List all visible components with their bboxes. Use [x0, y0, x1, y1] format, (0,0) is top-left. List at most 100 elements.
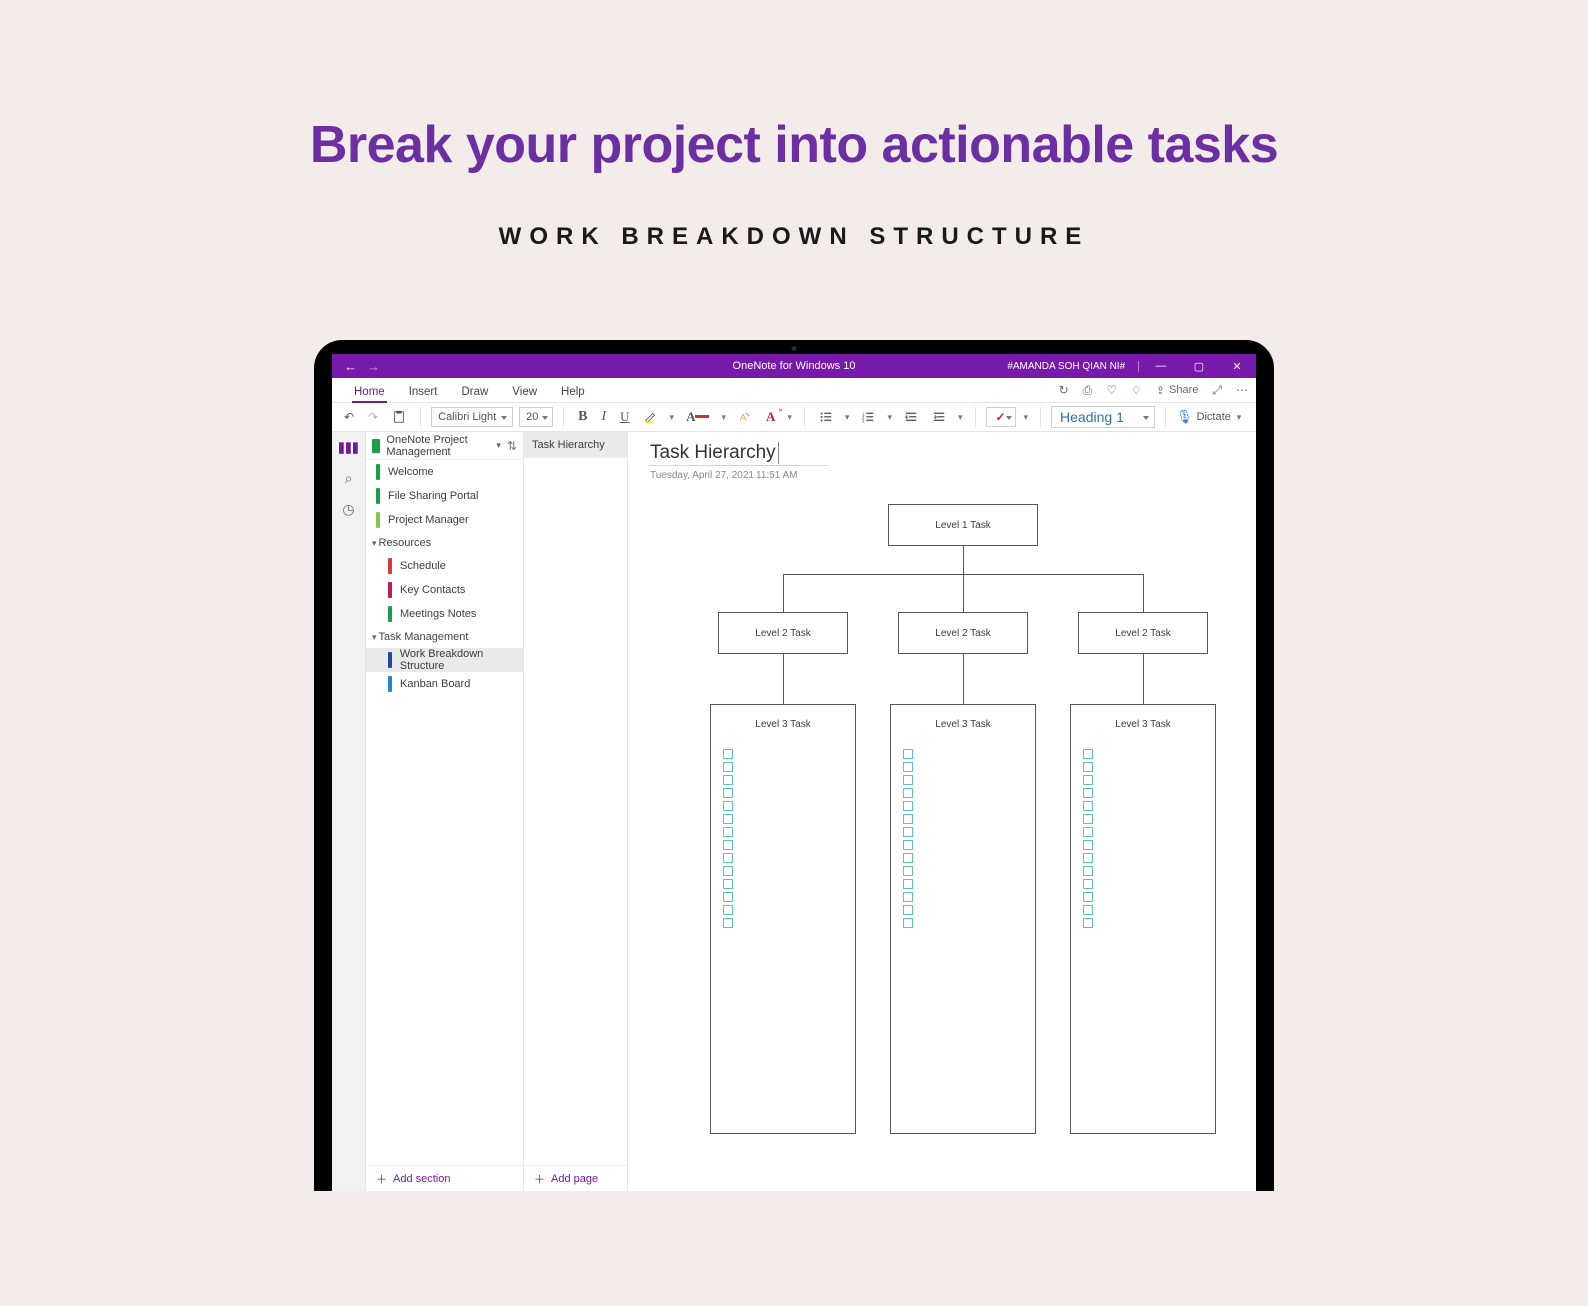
recent-icon[interactable]: ◷ — [342, 501, 354, 518]
checkbox[interactable] — [903, 827, 913, 837]
back-button[interactable]: ← — [344, 359, 357, 374]
checkbox[interactable] — [1083, 788, 1093, 798]
checkbox[interactable] — [1083, 918, 1093, 928]
section-kanban[interactable]: Kanban Board — [366, 672, 523, 696]
paragraph-dropdown[interactable]: ▾ — [956, 412, 965, 423]
redo-button[interactable]: ↷ — [364, 408, 382, 426]
format-painter-button[interactable]: A» — [762, 407, 779, 427]
node-level2-b[interactable]: Level 2 Task — [898, 612, 1028, 654]
dictate-button[interactable]: 🎙 Dictate ▾ — [1176, 409, 1243, 425]
page-task-hierarchy[interactable]: Task Hierarchy — [524, 432, 627, 458]
section-group-resources[interactable]: ▾ Resources — [366, 532, 523, 554]
node-level2-a[interactable]: Level 2 Task — [718, 612, 848, 654]
overflow-icon[interactable]: ⋯ — [1236, 383, 1248, 397]
italic-button[interactable]: I — [597, 407, 610, 427]
checkbox[interactable] — [1083, 840, 1093, 850]
numbered-list-button[interactable]: 123 — [857, 408, 879, 426]
section-file-sharing[interactable]: File Sharing Portal — [366, 484, 523, 508]
checkbox[interactable] — [903, 814, 913, 824]
checkbox[interactable] — [723, 866, 733, 876]
checkbox[interactable] — [1083, 775, 1093, 785]
checkbox[interactable] — [723, 788, 733, 798]
section-welcome[interactable]: Welcome — [366, 460, 523, 484]
sort-icon[interactable]: ⇅ — [507, 439, 517, 453]
checkbox[interactable] — [1083, 814, 1093, 824]
checkbox[interactable] — [1083, 853, 1093, 863]
menu-view[interactable]: View — [500, 382, 549, 402]
checkbox[interactable] — [723, 879, 733, 889]
checkbox[interactable] — [723, 905, 733, 915]
checkbox[interactable] — [903, 918, 913, 928]
checkbox[interactable] — [1083, 879, 1093, 889]
tags-dropdown[interactable]: ▾ — [1022, 412, 1031, 423]
tag-todo-button[interactable]: ✓ — [986, 407, 1016, 427]
section-wbs[interactable]: Work Breakdown Structure — [366, 648, 523, 672]
node-level3-a[interactable]: Level 3 Task — [710, 704, 856, 1134]
checkbox[interactable] — [723, 840, 733, 850]
add-page-button[interactable]: ＋ Add page — [524, 1165, 627, 1191]
clear-formatting-button[interactable]: A — [734, 408, 756, 426]
clipboard-button[interactable] — [388, 408, 410, 426]
highlight-button[interactable] — [640, 408, 662, 426]
checkbox[interactable] — [723, 918, 733, 928]
menu-insert[interactable]: Insert — [397, 382, 450, 402]
font-family-select[interactable]: Calibri Light — [431, 407, 513, 427]
section-meetings-notes[interactable]: Meetings Notes — [366, 602, 523, 626]
bold-button[interactable]: B — [574, 407, 591, 427]
checkbox[interactable] — [903, 866, 913, 876]
checkbox[interactable] — [903, 905, 913, 915]
section-schedule[interactable]: Schedule — [366, 554, 523, 578]
notebooks-icon[interactable]: ▮▮▮ — [338, 438, 359, 456]
checkbox[interactable] — [903, 840, 913, 850]
checkbox[interactable] — [903, 762, 913, 772]
menu-home[interactable]: Home — [342, 382, 397, 402]
undo-button[interactable]: ↶ — [340, 408, 358, 426]
checkbox[interactable] — [1083, 866, 1093, 876]
checkbox[interactable] — [723, 749, 733, 759]
font-size-select[interactable]: 20 — [519, 407, 553, 427]
node-level1[interactable]: Level 1 Task — [888, 504, 1038, 546]
highlight-dropdown[interactable]: ▾ — [668, 412, 677, 423]
bulleted-list-button[interactable] — [815, 408, 837, 426]
checkbox[interactable] — [903, 801, 913, 811]
notifications-icon[interactable]: ♢ — [1131, 383, 1142, 397]
maximize-button[interactable]: ▢ — [1180, 354, 1218, 378]
checkbox[interactable] — [903, 892, 913, 902]
checkbox[interactable] — [723, 801, 733, 811]
node-level2-c[interactable]: Level 2 Task — [1078, 612, 1208, 654]
font-color-dropdown[interactable]: ▾ — [719, 412, 728, 423]
notebook-header[interactable]: OneNote Project Management ▾ ⇅ — [366, 432, 523, 460]
menu-draw[interactable]: Draw — [449, 382, 500, 402]
checkbox[interactable] — [723, 775, 733, 785]
node-level3-c[interactable]: Level 3 Task — [1070, 704, 1216, 1134]
checkbox[interactable] — [903, 853, 913, 863]
checkbox[interactable] — [1083, 905, 1093, 915]
minimize-button[interactable]: — — [1142, 354, 1180, 378]
checkbox[interactable] — [903, 749, 913, 759]
forward-button[interactable]: → — [367, 359, 380, 374]
section-group-task-mgmt[interactable]: ▾ Task Management — [366, 626, 523, 648]
section-project-manager[interactable]: Project Manager — [366, 508, 523, 532]
checkbox[interactable] — [1083, 762, 1093, 772]
bulleted-list-dropdown[interactable]: ▾ — [843, 412, 852, 423]
share-button[interactable]: ⇪Share — [1156, 384, 1199, 397]
section-key-contacts[interactable]: Key Contacts — [366, 578, 523, 602]
search-icon[interactable]: ⌕ — [345, 470, 353, 487]
checkbox[interactable] — [1083, 749, 1093, 759]
node-level3-b[interactable]: Level 3 Task — [890, 704, 1036, 1134]
checkbox[interactable] — [723, 853, 733, 863]
checkbox[interactable] — [1083, 892, 1093, 902]
checkbox[interactable] — [723, 827, 733, 837]
sync-icon[interactable]: ↻ — [1059, 383, 1069, 397]
checkbox[interactable] — [1083, 827, 1093, 837]
checkbox[interactable] — [903, 788, 913, 798]
checkbox[interactable] — [903, 879, 913, 889]
style-select[interactable]: Heading 1 — [1051, 406, 1155, 428]
underline-button[interactable]: U — [616, 407, 633, 427]
decrease-indent-button[interactable] — [900, 408, 922, 426]
fullscreen-icon[interactable]: ⤢ — [1212, 383, 1222, 398]
increase-indent-button[interactable] — [928, 408, 950, 426]
numbered-list-dropdown[interactable]: ▾ — [885, 412, 894, 423]
print-icon[interactable]: ⎙ — [1083, 383, 1093, 398]
menu-help[interactable]: Help — [549, 382, 597, 402]
